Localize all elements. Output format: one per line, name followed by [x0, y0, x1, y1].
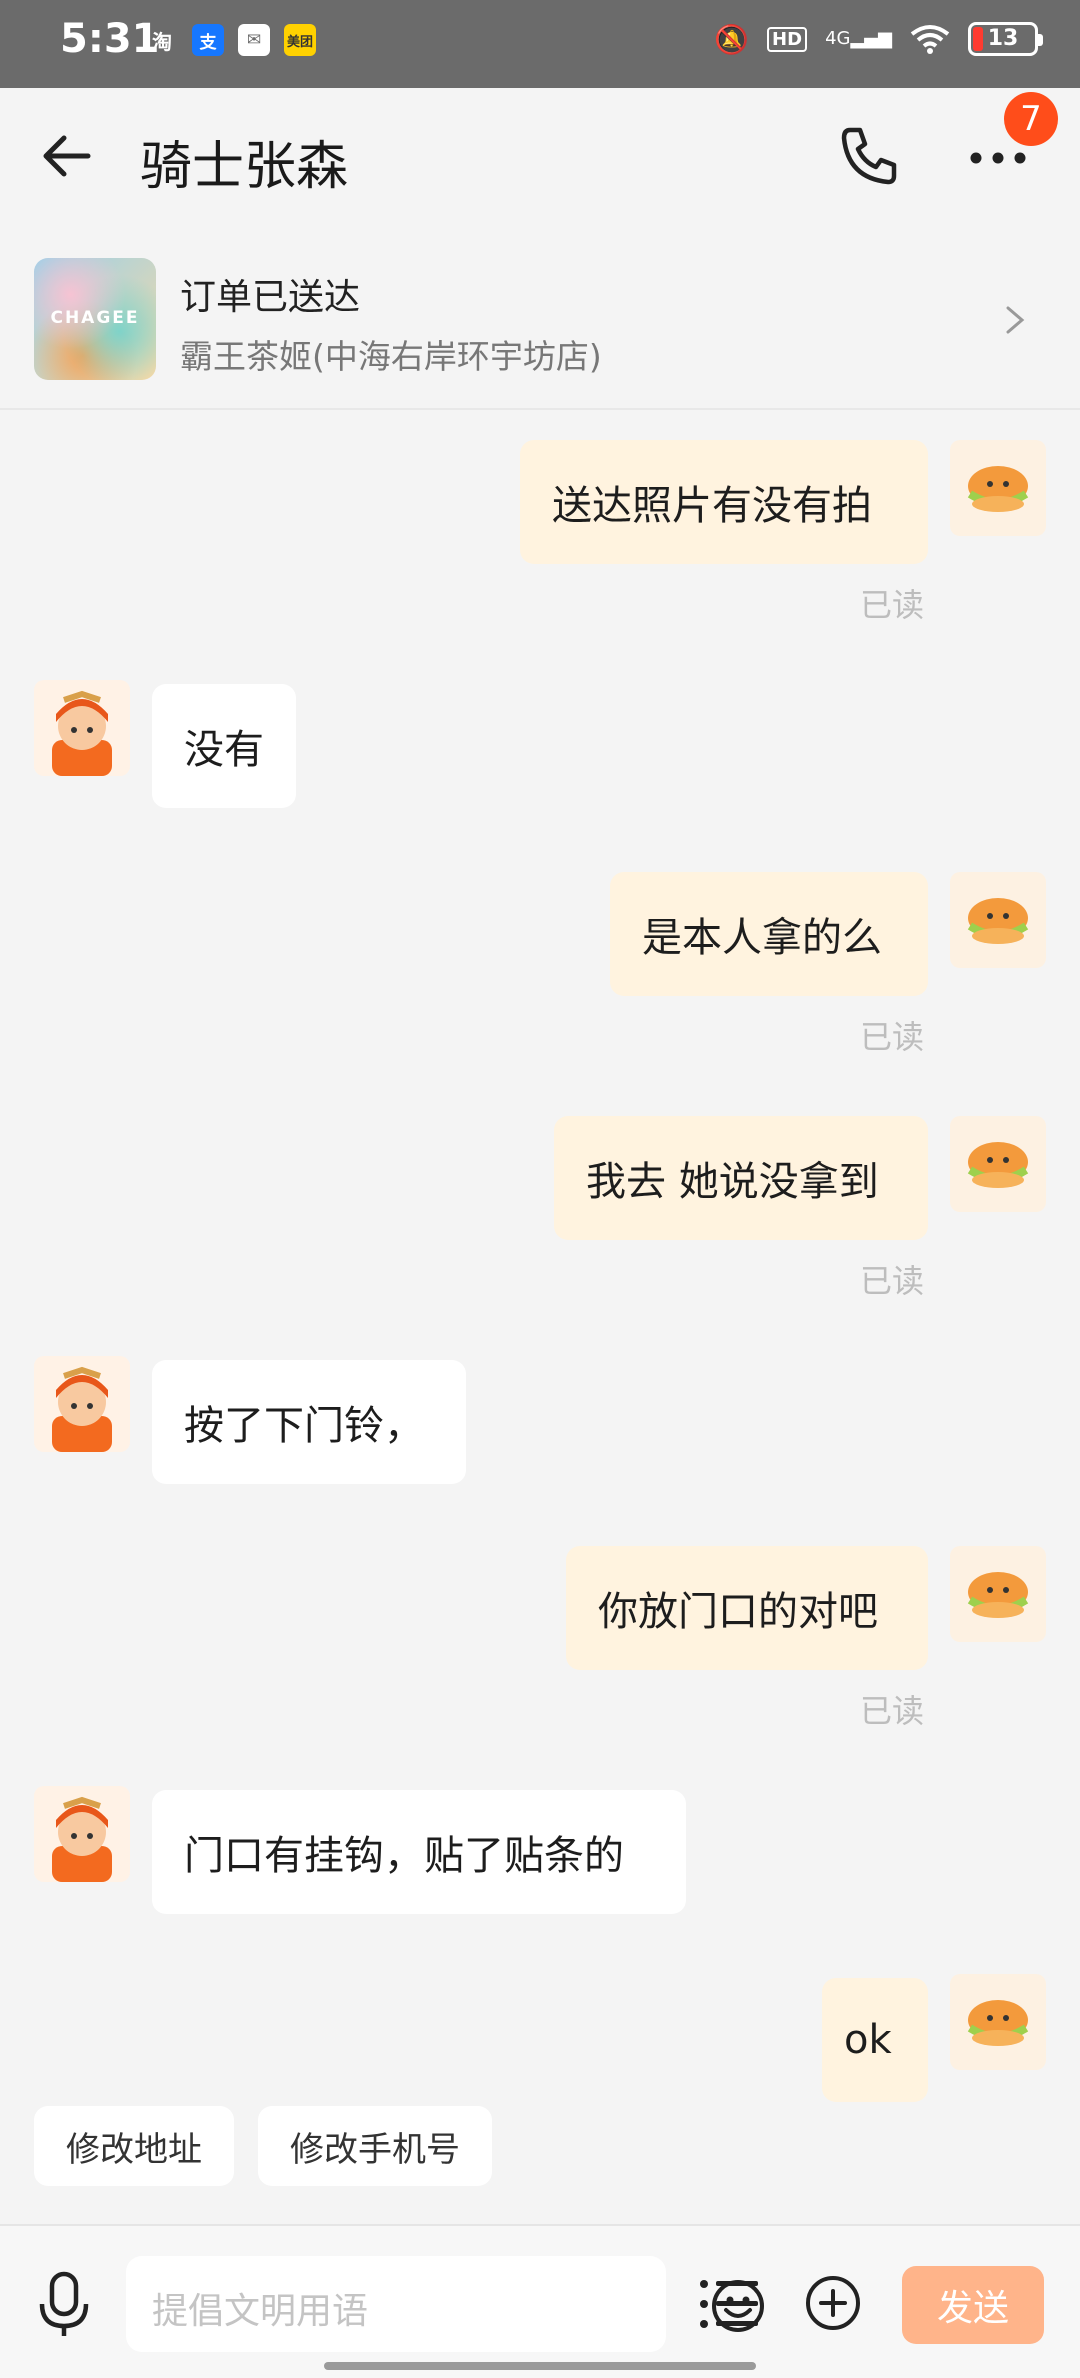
status-app-icons: 淘 支 ✉ 美团 — [146, 24, 316, 56]
phone-call-icon[interactable] — [836, 124, 900, 188]
order-store-name: 霸王茶姬(中海右岸环宇坊店) — [180, 337, 602, 376]
rider-message-bubble[interactable]: 门口有挂钩，贴了贴条的 — [152, 1790, 686, 1914]
read-receipt: 已读 — [860, 1692, 925, 1730]
my-message-bubble[interactable]: 送达照片有没有拍 — [520, 440, 928, 564]
message-input[interactable]: 提倡文明用语 — [126, 2256, 764, 2352]
modify-address-button[interactable]: 修改地址 — [34, 2106, 234, 2186]
rider-message-bubble[interactable]: 没有 — [152, 684, 296, 808]
mute-bell-icon: 🔕 — [714, 22, 750, 56]
chat-header: 骑士张森 7 — [0, 88, 1080, 220]
my-avatar-icon[interactable] — [950, 1974, 1046, 2070]
alipay-icon: 支 — [192, 24, 224, 56]
modify-phone-button[interactable]: 修改手机号 — [258, 2106, 492, 2186]
my-message-bubble[interactable]: ok — [822, 1978, 928, 2102]
read-receipt: 已读 — [860, 1018, 925, 1056]
my-message-bubble[interactable]: 我去 她说没拿到 — [554, 1116, 928, 1240]
order-status: 订单已送达 — [180, 277, 361, 318]
send-button[interactable]: 发送 — [902, 2266, 1044, 2344]
read-receipt: 已读 — [860, 1262, 925, 1300]
my-message-bubble[interactable]: 是本人拿的么 — [610, 872, 928, 996]
unread-badge: 7 — [1004, 92, 1058, 146]
input-placeholder: 提倡文明用语 — [152, 2291, 369, 2332]
microphone-icon[interactable] — [34, 2270, 94, 2340]
battery-icon: 13 — [968, 22, 1043, 56]
store-thumbnail: CHAGEE — [34, 258, 156, 380]
input-bar: 提倡文明用语 发送 — [0, 2224, 1080, 2378]
store-logo-text: CHAGEE — [50, 308, 140, 328]
meituan-icon: 美团 — [284, 24, 316, 56]
taobao-icon: 淘 — [152, 29, 172, 54]
my-avatar-icon[interactable] — [950, 1116, 1046, 1212]
status-time: 5:31 — [60, 16, 160, 62]
page-title: 骑士张森 — [140, 137, 349, 197]
chevron-right-icon — [1006, 306, 1025, 334]
order-card[interactable]: CHAGEE 订单已送达 霸王茶姬(中海右岸环宇坊店) — [0, 220, 1080, 410]
mail-icon: ✉ — [238, 24, 270, 56]
network-label: 4G — [825, 28, 851, 49]
wifi-icon — [910, 25, 950, 54]
status-bar: 5:31 淘 支 ✉ 美团 🔕 HD 4G▂▄▆ 13 — [0, 0, 1080, 88]
status-right: 🔕 HD 4G▂▄▆ 13 — [714, 22, 1043, 56]
my-message-bubble[interactable]: 你放门口的对吧 — [566, 1546, 928, 1670]
home-indicator[interactable] — [324, 2362, 756, 2370]
rider-avatar-icon[interactable] — [34, 1786, 130, 1882]
back-arrow-icon[interactable] — [38, 126, 98, 186]
rider-avatar-icon[interactable] — [34, 1356, 130, 1452]
add-attachment-icon[interactable] — [804, 2274, 862, 2332]
my-avatar-icon[interactable] — [950, 440, 1046, 536]
quick-phrases-icon[interactable] — [698, 2276, 760, 2332]
read-receipt: 已读 — [860, 586, 925, 624]
my-avatar-icon[interactable] — [950, 872, 1046, 968]
signal-4g-icon: 4G▂▄▆ — [825, 28, 892, 49]
rider-message-bubble[interactable]: 按了下门铃， — [152, 1360, 466, 1484]
my-avatar-icon[interactable] — [950, 1546, 1046, 1642]
rider-avatar-icon[interactable] — [34, 680, 130, 776]
battery-level: 13 — [987, 26, 1019, 51]
hd-icon: HD — [767, 26, 808, 52]
